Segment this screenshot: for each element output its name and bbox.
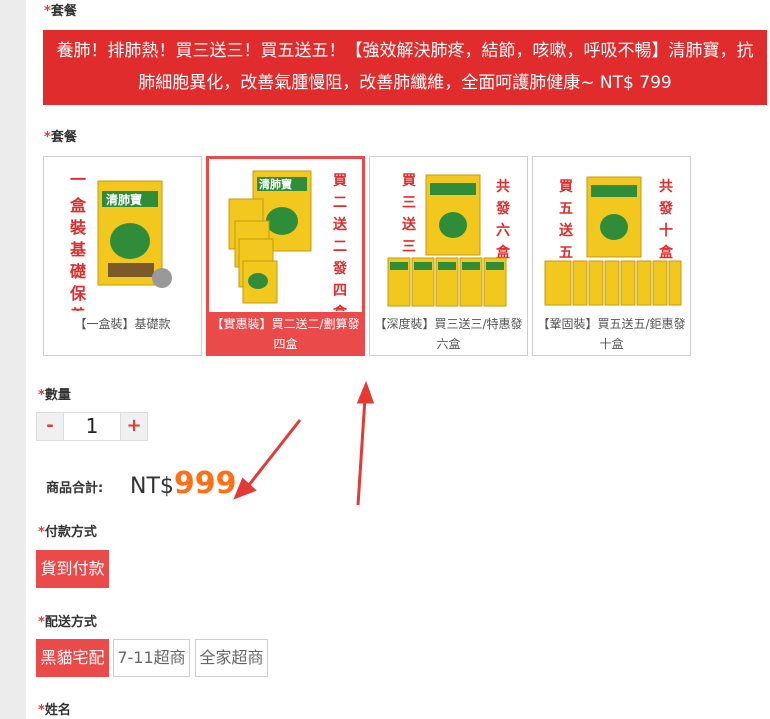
package-option-1[interactable]: 一 盒 裝 基 礎 保 養 清肺寶 【一盒裝】基礎款	[43, 156, 202, 356]
package-label-top: *套餐	[44, 0, 77, 19]
product-image: 買 五 送 五 共 發 十 盒	[539, 163, 684, 311]
required-mark: *	[44, 4, 51, 19]
svg-text:共: 共	[659, 178, 673, 195]
promo-banner[interactable]: 養肺！排肺熱！買三送三！買五送五！【強效解決肺疼，結節，咳嗽，呼吸不暢】清肺寶，…	[43, 30, 767, 105]
svg-text:送: 送	[332, 216, 348, 233]
svg-text:買: 買	[559, 179, 574, 195]
svg-text:十: 十	[659, 222, 673, 239]
product-image: 一 盒 裝 基 礎 保 養 清肺寶	[50, 163, 195, 325]
total-currency: NT$	[130, 474, 174, 499]
svg-text:共: 共	[496, 178, 510, 195]
shipping-label: *配送方式	[38, 611, 97, 630]
required-mark: *	[38, 615, 45, 630]
package-label: *套餐	[44, 126, 77, 145]
total-amount: 999	[173, 466, 237, 501]
svg-text:三: 三	[402, 195, 416, 211]
svg-text:基: 基	[69, 240, 87, 259]
payment-label-text: 付款方式	[44, 525, 97, 540]
svg-text:發: 發	[332, 260, 348, 277]
svg-text:買: 買	[402, 173, 417, 189]
svg-text:盒: 盒	[658, 244, 674, 261]
product-image: 買 三 送 三 共 發 六 盒	[376, 163, 521, 311]
total-label: 商品合計:	[46, 481, 104, 496]
package-option-4[interactable]: 買 五 送 五 共 發 十 盒 【鞏固裝】買五送五/鉅惠發十盒	[532, 156, 691, 356]
required-mark: *	[38, 525, 45, 540]
total-price: NT$999	[130, 466, 237, 501]
name-label: *姓名	[38, 699, 71, 718]
promo-banner-text: 養肺！排肺熱！買三送三！買五送五！【強效解決肺疼，結節，咳嗽，呼吸不暢】清肺寶，…	[56, 41, 754, 93]
svg-text:三: 三	[402, 239, 416, 255]
annotation-arrows	[233, 380, 375, 506]
payment-label: *付款方式	[38, 521, 97, 540]
payment-option-cod[interactable]: 貨到付款	[36, 550, 109, 588]
svg-text:四: 四	[333, 283, 347, 299]
package-label-text: 套餐	[50, 4, 77, 19]
package-option-caption: 【鞏固裝】買五送五/鉅惠發十盒	[537, 317, 686, 351]
package-label-text: 套餐	[50, 130, 77, 145]
svg-text:礎: 礎	[69, 262, 87, 281]
package-option-2[interactable]: 清肺寶 買 二 送 二 發 四 盒 【實惠裝】買二送二/劃算發四盒	[206, 156, 365, 356]
quantity-label: *數量	[38, 384, 71, 403]
svg-text:一: 一	[70, 170, 86, 189]
arrow-to-total	[233, 419, 302, 500]
required-mark: *	[38, 388, 45, 403]
required-mark: *	[38, 703, 45, 718]
shipping-option-black-cat[interactable]: 黑貓宅配	[36, 639, 109, 677]
required-mark: *	[44, 130, 51, 145]
quantity-label-text: 數量	[44, 388, 71, 403]
svg-text:五: 五	[559, 245, 573, 261]
arrow-to-option	[356, 380, 375, 506]
svg-text:發: 發	[658, 200, 674, 217]
svg-text:二: 二	[333, 195, 347, 211]
shipping-label-text: 配送方式	[44, 615, 97, 630]
package-option-caption: 【實惠裝】買二送二/劃算發四盒	[206, 312, 365, 356]
svg-text:裝: 裝	[69, 218, 87, 237]
svg-text:買: 買	[333, 173, 348, 189]
left-gutter	[0, 0, 26, 719]
svg-text:送: 送	[558, 222, 574, 239]
svg-text:二: 二	[333, 239, 347, 255]
quantity-plus-button[interactable]: +	[121, 413, 147, 440]
svg-text:送: 送	[401, 216, 417, 233]
svg-text:保: 保	[69, 284, 87, 303]
svg-text:發: 發	[495, 200, 511, 217]
product-image: 清肺寶 買 二 送 二 發 四 盒	[213, 163, 358, 321]
svg-text:五: 五	[559, 201, 573, 217]
name-label-text: 姓名	[44, 703, 71, 718]
svg-text:清肺寶: 清肺寶	[106, 192, 142, 207]
package-option-caption: 【深度裝】買三送三/特惠發六盒	[374, 317, 523, 351]
svg-text:清肺寶: 清肺寶	[259, 177, 292, 191]
shipping-option-family-mart[interactable]: 全家超商	[195, 639, 268, 677]
svg-text:盒: 盒	[332, 304, 348, 311]
shipping-option-711[interactable]: 7-11超商	[113, 639, 190, 677]
svg-text:養: 養	[69, 306, 86, 311]
quantity-stepper: - 1 +	[36, 412, 148, 441]
package-option-3[interactable]: 買 三 送 三 共 發 六 盒 【深度裝】買三送三/特惠發六盒	[369, 156, 528, 356]
quantity-minus-button[interactable]: -	[37, 413, 63, 440]
package-option-caption: 【一盒裝】基礎款	[74, 317, 171, 331]
quantity-input[interactable]: 1	[63, 413, 121, 440]
svg-text:盒: 盒	[70, 196, 87, 215]
svg-text:六: 六	[496, 222, 510, 239]
